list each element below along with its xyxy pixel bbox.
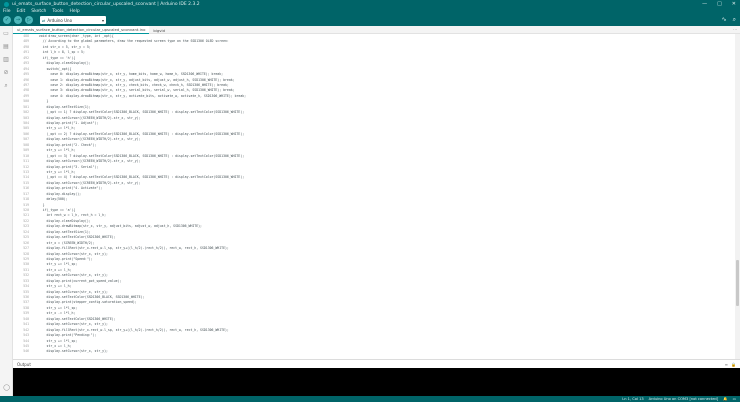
status-bar: Ln 1, Col 13 Arduino Uno on COM3 [not co… [0, 396, 740, 402]
menu-file[interactable]: File [3, 9, 11, 14]
tab-main-sketch[interactable]: ui_emats_surface_button_detection_circul… [13, 26, 150, 34]
menu-tools[interactable]: Tools [52, 9, 63, 14]
line-number: 546 [23, 349, 29, 354]
editor-tab-bar: ui_emats_surface_button_detection_circul… [13, 26, 740, 34]
editor-scrollbar[interactable] [735, 34, 740, 359]
title-bar: ui_emats_surface_button_detection_circul… [0, 0, 740, 8]
serial-plotter-icon[interactable]: ∿ [722, 16, 727, 24]
lock-icon[interactable]: 🔒 [731, 362, 736, 367]
layout-icon[interactable]: ▭ [733, 397, 736, 401]
output-panel-header: Output ≡ 🔒 [13, 359, 740, 368]
menu-sketch[interactable]: Sketch [31, 9, 46, 14]
notification-icon[interactable]: 🔔 [723, 397, 727, 401]
toolbar: ✓ → ▷ ⇌ Arduino Uno ▾ ∿ ⌕ [0, 14, 740, 26]
sketchbook-icon[interactable]: ▭ [3, 30, 10, 37]
scrollbar-thumb[interactable] [736, 260, 739, 306]
menu-help[interactable]: Help [70, 9, 80, 14]
debug-button[interactable]: ▷ [25, 16, 33, 24]
code-line[interactable]: display.setCursor(str_x, str_y); [35, 349, 725, 354]
verify-button[interactable]: ✓ [3, 16, 11, 24]
upload-button[interactable]: → [14, 16, 22, 24]
library-icon[interactable]: ▥ [3, 56, 10, 63]
output-console [13, 368, 740, 396]
profile-icon[interactable]: ◯ [3, 384, 10, 391]
debug-icon[interactable]: ⊘ [3, 69, 10, 76]
activity-sidebar: ▭ ▤ ▥ ⊘ ⌕ ◯ [0, 26, 13, 396]
more-options-icon[interactable]: ⋯ [733, 27, 737, 32]
arduino-logo-icon [4, 1, 9, 7]
tab-label: ui_emats_surface_button_detection_circul… [17, 27, 146, 32]
search-icon[interactable]: ⌕ [3, 82, 10, 89]
clear-output-icon[interactable]: ≡ [725, 362, 728, 367]
board-name: Arduino Uno [47, 17, 73, 23]
code-area[interactable]: void draw_screen(char _type, int _opt){ … [35, 34, 725, 359]
line-number-gutter: 488 489 490 491 492 493 494 495 496 497 498 499 500 5… [13, 34, 31, 359]
boards-icon[interactable]: ▤ [3, 43, 10, 50]
tab-label: bigvid [153, 27, 165, 33]
code-editor[interactable]: 488 489 490 491 492 493 494 495 496 497 498 499 500 5… [13, 34, 735, 359]
minimize-button[interactable]: — [702, 1, 707, 7]
window-title: ui_emats_surface_button_detection_circul… [12, 1, 200, 7]
output-label: Output [17, 361, 31, 367]
window-controls: — □ ✕ [702, 1, 736, 7]
tab-bigvid[interactable]: bigvid [149, 26, 169, 34]
usb-icon: ⇌ [42, 17, 46, 23]
maximize-button[interactable]: □ [717, 1, 722, 7]
board-selector[interactable]: ⇌ Arduino Uno ▾ [40, 16, 106, 24]
cursor-position: Ln 1, Col 13 [622, 397, 644, 401]
board-port-status[interactable]: Arduino Uno on COM3 [not connected] [649, 397, 718, 401]
serial-monitor-icon[interactable]: ⌕ [733, 16, 736, 24]
close-button[interactable]: ✕ [732, 1, 736, 7]
menu-edit[interactable]: Edit [17, 9, 26, 14]
chevron-down-icon: ▾ [101, 17, 104, 23]
